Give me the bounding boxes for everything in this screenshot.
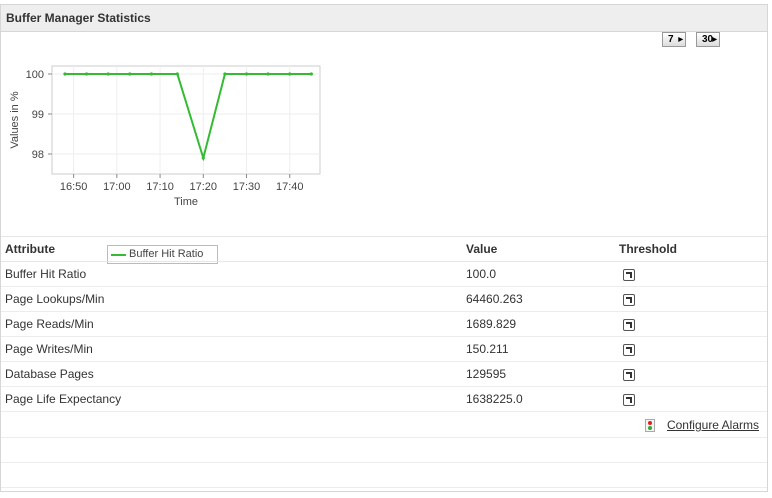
threshold-edit-icon[interactable] <box>623 318 635 331</box>
x-tick-label: 17:40 <box>276 181 304 193</box>
threshold-edit-icon[interactable] <box>623 343 635 356</box>
chart-svg: 16:50 17:00 17:10 17:20 17:30 17:40 98 99 100 Tim… <box>9 65 321 208</box>
threshold-edit-icon[interactable] <box>623 293 635 306</box>
threshold-edit-icon[interactable] <box>623 393 635 406</box>
data-point <box>149 72 154 76</box>
threshold-cell <box>615 361 767 387</box>
header-attribute: Attribute <box>1 236 462 262</box>
data-point <box>288 72 292 76</box>
attribute-cell: Page Life Expectancy <box>1 386 462 412</box>
data-point <box>309 72 313 76</box>
value-cell: 129595 <box>462 361 615 387</box>
attribute-cell: Page Writes/Min <box>1 336 462 362</box>
empty-row <box>1 463 767 488</box>
value-cell: 64460.263 <box>462 286 615 312</box>
attribute-cell: Page Lookups/Min <box>1 286 462 312</box>
y-axis-label: Values in % <box>9 91 21 148</box>
value-cell: 1638225.0 <box>462 386 615 412</box>
value-cell: 100.0 <box>462 261 615 287</box>
table-row: Page Reads/Min 1689.829 <box>1 311 767 337</box>
table-header-row: Attribute Value Threshold <box>1 236 767 262</box>
buffer-hit-ratio-chart: 16:50 17:00 17:10 17:20 17:30 17:40 98 99 100 Tim… <box>0 28 340 264</box>
threshold-cell <box>615 386 767 412</box>
x-tick-label: 16:50 <box>60 181 88 193</box>
value-cell: 150.211 <box>462 336 615 362</box>
x-tick-label: 17:10 <box>146 181 174 193</box>
data-point <box>175 72 179 76</box>
attribute-cell: Database Pages <box>1 361 462 387</box>
data-point <box>244 72 249 76</box>
header-value: Value <box>462 236 615 262</box>
threshold-cell <box>615 336 767 362</box>
period-7-days-button[interactable]: 7 ▶ <box>662 32 686 47</box>
data-point <box>106 72 110 76</box>
x-axis-label: Time <box>174 196 198 208</box>
table-row: Page Life Expectancy 1638225.0 <box>1 386 767 412</box>
data-point <box>128 72 132 76</box>
x-tick-label: 17:30 <box>233 181 261 193</box>
traffic-light-icon <box>645 419 655 432</box>
y-tick-label: 99 <box>32 109 44 121</box>
threshold-edit-icon[interactable] <box>623 368 635 381</box>
data-point <box>84 72 89 76</box>
data-point <box>63 72 67 76</box>
threshold-edit-icon[interactable] <box>623 268 635 281</box>
threshold-cell <box>615 286 767 312</box>
statistics-table: Attribute Value Threshold Buffer Hit Rat… <box>1 236 767 412</box>
table-row: Page Writes/Min 150.211 <box>1 336 767 362</box>
empty-row <box>1 438 767 463</box>
x-tick-label: 17:00 <box>103 181 131 193</box>
table-row: Page Lookups/Min 64460.263 <box>1 286 767 312</box>
table-row: Buffer Hit Ratio 100.0 <box>1 261 767 287</box>
threshold-cell <box>615 311 767 337</box>
arrow-right-icon: ▶ <box>678 37 683 43</box>
y-tick-label: 100 <box>26 69 44 81</box>
configure-alarms-link[interactable]: Configure Alarms <box>667 418 759 432</box>
data-point <box>223 72 227 76</box>
y-tick-label: 98 <box>32 149 44 161</box>
attribute-cell: Page Reads/Min <box>1 311 462 337</box>
data-point <box>201 156 205 160</box>
period-7-label: 7 <box>668 34 674 45</box>
configure-alarms-row: Configure Alarms <box>1 412 767 438</box>
plot-area <box>51 65 321 175</box>
table-row: Database Pages 129595 <box>1 361 767 387</box>
header-threshold: Threshold <box>615 236 767 262</box>
x-tick-label: 17:20 <box>190 181 218 193</box>
value-cell: 1689.829 <box>462 311 615 337</box>
period-30-days-button[interactable]: 30 ▶ <box>696 32 720 47</box>
data-point <box>266 72 270 76</box>
attribute-cell: Buffer Hit Ratio <box>1 261 462 287</box>
threshold-cell <box>615 261 767 287</box>
arrow-right-icon: ▶ <box>712 37 717 43</box>
